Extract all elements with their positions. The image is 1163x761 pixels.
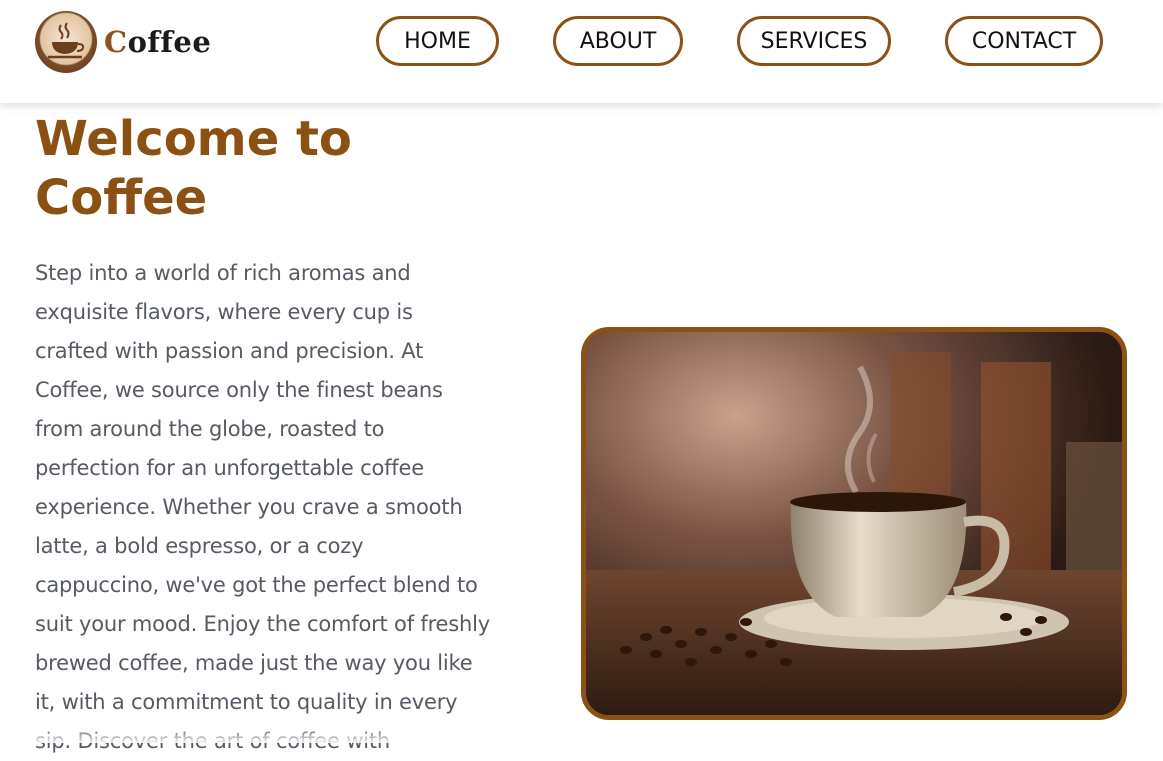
logo-text: Coffee	[104, 25, 211, 59]
site-header: Coffee HOME ABOUT SERVICES CONTACT	[0, 0, 1163, 103]
nav-services-button[interactable]: SERVICES	[737, 16, 891, 66]
hero-title: Welcome to Coffee	[35, 111, 352, 226]
logo-text-rest: offee	[127, 25, 212, 59]
bottom-fade	[0, 727, 1163, 743]
nav-home-button[interactable]: HOME	[376, 16, 499, 66]
logo[interactable]: Coffee	[35, 11, 211, 73]
coffee-cup-image	[581, 327, 1127, 720]
nav-contact-button[interactable]: CONTACT	[945, 16, 1103, 66]
hero-description: Step into a world of rich aromas and exq…	[35, 261, 490, 753]
coffee-cup-logo-icon	[35, 11, 97, 73]
nav-about-button[interactable]: ABOUT	[553, 16, 683, 66]
logo-text-first-letter: C	[104, 25, 128, 59]
